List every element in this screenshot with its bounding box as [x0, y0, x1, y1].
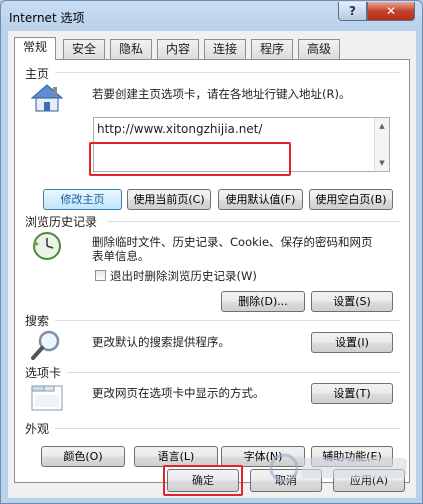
dialog-client-area: 常规 安全 隐私 内容 连接 程序 高级 主页 若要创建主页选项卡，请在各地址行… [8, 31, 416, 498]
modify-homepage-button[interactable]: 修改主页 [43, 189, 122, 210]
delete-on-exit-checkbox[interactable] [95, 270, 106, 281]
home-icon [30, 84, 64, 112]
tab-connections[interactable]: 连接 [204, 39, 247, 59]
history-description-line1: 删除临时文件、历史记录、Cookie、保存的密码和网页 [92, 235, 373, 249]
tabs-window-icon [31, 385, 63, 411]
title-bar[interactable]: Internet 选项 ? ✕ [1, 1, 422, 31]
close-button[interactable]: ✕ [367, 2, 415, 21]
section-divider [55, 320, 400, 321]
delete-history-button[interactable]: 删除(D)... [221, 291, 305, 312]
homepage-url-value: http://www.xitongzhijia.net/ [97, 122, 263, 136]
tabs-section-title: 选项卡 [25, 366, 62, 380]
tab-advanced[interactable]: 高级 [298, 39, 341, 59]
section-divider [67, 372, 400, 373]
url-highlight-box [89, 142, 291, 176]
scroll-up-arrow-icon[interactable]: ▲ [375, 118, 389, 134]
section-divider [55, 428, 400, 429]
delete-on-exit-label[interactable]: 退出时删除浏览历史记录(W) [110, 269, 257, 283]
tabs-description: 更改网页在选项卡中显示的方式。 [92, 386, 265, 400]
history-description-line2: 表单信息。 [92, 249, 150, 263]
tabs-settings-button[interactable]: 设置(T) [311, 383, 393, 404]
section-divider [107, 221, 400, 222]
scroll-down-arrow-icon[interactable]: ▼ [375, 155, 389, 171]
tab-programs[interactable]: 程序 [251, 39, 294, 59]
tab-privacy[interactable]: 隐私 [110, 39, 153, 59]
tab-security[interactable]: 安全 [63, 39, 106, 59]
section-divider [55, 72, 400, 73]
ok-highlight-box [163, 465, 243, 496]
search-magnifier-icon [31, 330, 60, 360]
help-button[interactable]: ? [338, 2, 367, 21]
appearance-section-title: 外观 [25, 422, 50, 436]
homepage-description: 若要创建主页选项卡，请在各地址行键入地址(R)。 [92, 87, 351, 101]
history-settings-button[interactable]: 设置(S) [311, 291, 393, 312]
general-tab-panel: 主页 若要创建主页选项卡，请在各地址行键入地址(R)。 http://www.x… [14, 59, 410, 483]
search-settings-button[interactable]: 设置(I) [311, 332, 393, 353]
search-description: 更改默认的搜索提供程序。 [92, 335, 230, 349]
use-blank-button[interactable]: 使用空白页(B) [309, 189, 393, 210]
languages-button[interactable]: 语言(L) [134, 446, 218, 467]
tab-general[interactable]: 常规 [14, 37, 57, 60]
url-scrollbar[interactable]: ▲ ▼ [374, 118, 389, 171]
search-section-title: 搜索 [25, 314, 50, 328]
watermark-logo [269, 453, 407, 483]
tab-content[interactable]: 内容 [157, 39, 200, 59]
homepage-section-title: 主页 [25, 67, 50, 81]
history-section-title: 浏览历史记录 [25, 215, 98, 229]
use-default-button[interactable]: 使用默认值(F) [218, 189, 303, 210]
history-clock-icon [33, 232, 61, 260]
internet-options-window: Internet 选项 ? ✕ 常规 安全 隐私 内容 连接 程序 高级 主页 … [0, 0, 423, 504]
use-current-button[interactable]: 使用当前页(C) [127, 189, 211, 210]
colors-button[interactable]: 颜色(O) [41, 446, 125, 467]
window-title: Internet 选项 [9, 11, 85, 25]
